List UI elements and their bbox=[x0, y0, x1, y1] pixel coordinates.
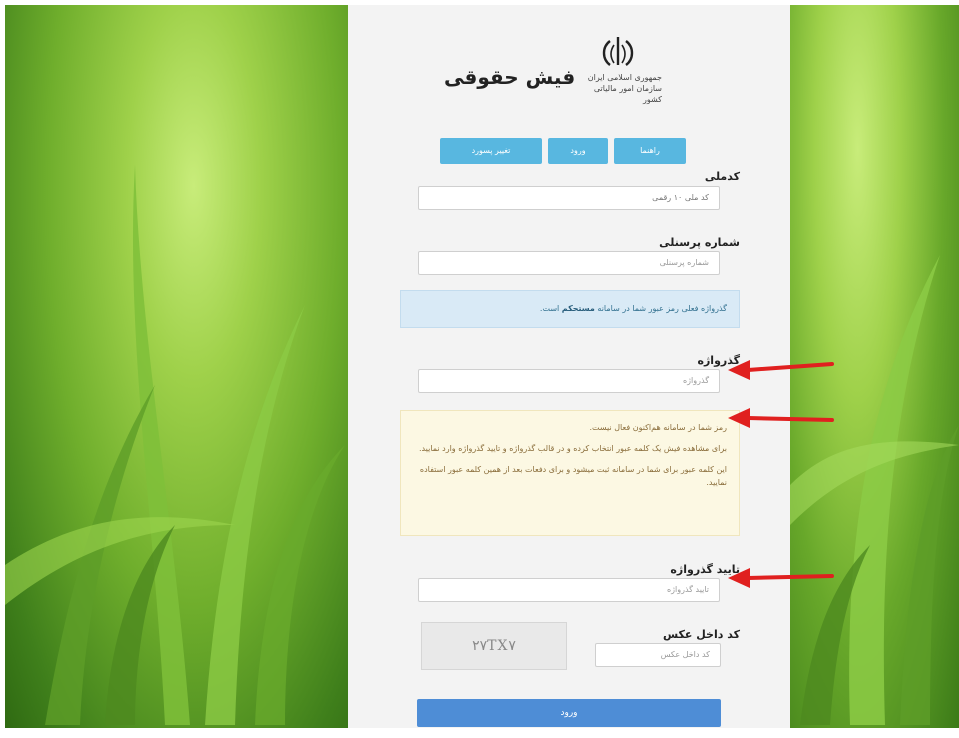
tab-login[interactable]: ورود bbox=[548, 138, 608, 164]
arrow-password-icon bbox=[728, 360, 834, 380]
warning-line-1: رمز شما در سامانه هم‌اکنون فعال نیست. bbox=[589, 423, 728, 432]
personnel-number-label: شماره پرسنلی bbox=[659, 236, 740, 249]
warning-line-3: این کلمه عبور برای شما در سامانه ثبت میش… bbox=[419, 465, 727, 487]
grass-blades-left bbox=[5, 165, 345, 725]
tab-help[interactable]: راهنما bbox=[614, 138, 686, 164]
tab-change-password[interactable]: تغییر پسورد bbox=[440, 138, 542, 164]
submit-button[interactable]: ورود bbox=[417, 699, 721, 727]
warning-line-2: برای مشاهده فیش یک کلمه عبور انتخاب کرده… bbox=[418, 444, 727, 453]
captcha-label: کد داخل عکس bbox=[662, 628, 740, 641]
org-name-line-1: جمهوری اسلامی ایران bbox=[587, 73, 662, 82]
org-name-line-3: کشور bbox=[643, 95, 662, 104]
captcha-input[interactable]: کد داخل عکس bbox=[595, 643, 721, 667]
page-title: فیش حقوقی bbox=[444, 65, 576, 89]
info-text-suffix: است. bbox=[539, 304, 560, 313]
organization-logo: جمهوری اسلامی ایران سازمان امور مالیاتی … bbox=[578, 35, 662, 107]
arrow-warning-icon bbox=[728, 408, 834, 428]
national-code-input[interactable]: کد ملی ۱۰ رقمی bbox=[418, 186, 720, 210]
iran-emblem-icon bbox=[602, 37, 634, 66]
info-text-strong: مستحکم bbox=[561, 304, 595, 313]
top-tabs: تغییر پسورد ورود راهنما bbox=[440, 138, 686, 164]
org-name-line-2: سازمان امور مالیاتی bbox=[593, 84, 662, 93]
background-grass-left bbox=[5, 5, 348, 728]
password-status-info: گذرواژه فعلی رمز عبور شما در سامانه مستح… bbox=[400, 290, 740, 328]
confirm-password-input[interactable]: تایید گذرواژه bbox=[418, 578, 720, 602]
password-warning: رمز شما در سامانه هم‌اکنون فعال نیست. بر… bbox=[400, 410, 740, 536]
national-code-label: کدملی bbox=[704, 170, 740, 183]
info-text-prefix: گذرواژه فعلی رمز عبور شما در سامانه bbox=[597, 304, 727, 313]
password-input[interactable]: گذرواژه bbox=[418, 369, 720, 393]
arrow-confirm-password-icon bbox=[728, 568, 834, 588]
captcha-image: ۲۷TX۷ bbox=[421, 622, 567, 670]
personnel-number-input[interactable]: شماره پرسنلی bbox=[418, 251, 720, 275]
